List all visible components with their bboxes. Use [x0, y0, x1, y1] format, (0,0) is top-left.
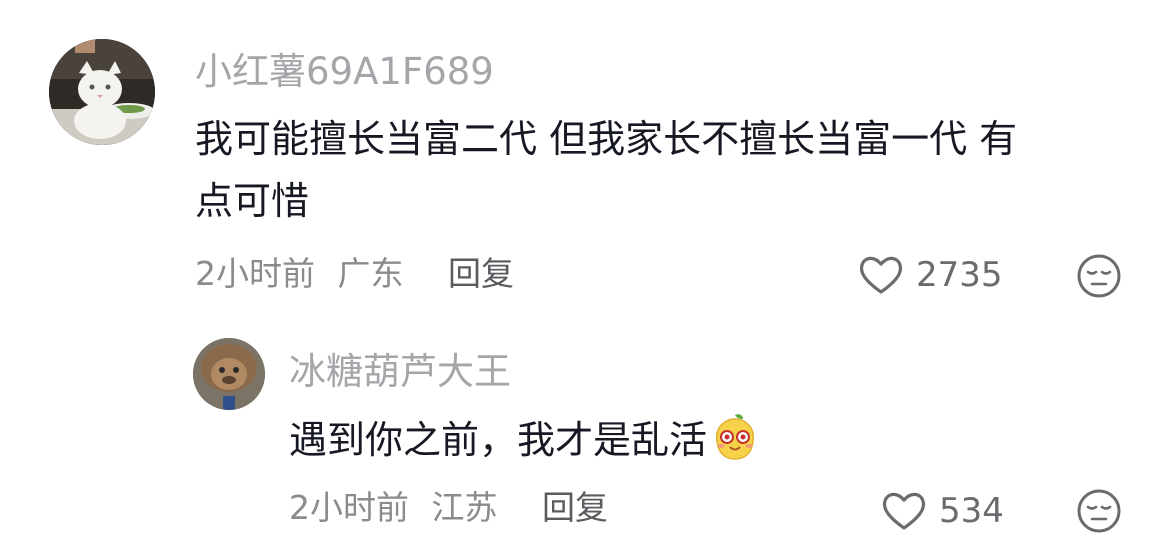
- reply-button[interactable]: 回复: [448, 257, 514, 290]
- comment-meta: 2小时前 江苏 回复: [289, 491, 608, 524]
- dislike-button[interactable]: [1076, 488, 1122, 538]
- comment-text: 遇到你之前，我才是乱活: [289, 409, 1089, 481]
- cat-avatar-image: [49, 39, 155, 145]
- comment-text-line: 点可惜: [195, 179, 310, 223]
- avatar[interactable]: [193, 338, 265, 410]
- neutral-face-icon: [1077, 489, 1121, 533]
- like-count: 2735: [916, 255, 1003, 295]
- dislike-button[interactable]: [1076, 253, 1122, 303]
- comment-item: 小红薯69A1F689 我可能擅长当富二代 但我家长不擅长当富一代 有 点可惜 …: [0, 0, 1169, 310]
- comment-text-line: 我可能擅长当富二代 但我家长不擅长当富一代 有: [195, 117, 1018, 161]
- heart-icon: [882, 492, 926, 530]
- comment-text-content: 遇到你之前，我才是乱活: [289, 418, 708, 462]
- comment-username[interactable]: 小红薯69A1F689: [195, 53, 494, 90]
- like-button[interactable]: 2735: [858, 254, 1003, 296]
- comment-username[interactable]: 冰糖葫芦大王: [289, 353, 511, 390]
- comment-location: 江苏: [431, 488, 498, 527]
- like-count: 534: [939, 491, 1004, 531]
- avatar[interactable]: [49, 39, 155, 145]
- like-button[interactable]: 534: [881, 490, 1004, 532]
- yellow-blob-emoji-icon: [709, 411, 761, 481]
- comment-location: 广东: [337, 254, 404, 293]
- comment-time: 2小时前: [289, 488, 409, 527]
- monkey-avatar-image: [193, 338, 265, 410]
- comment-text: 我可能擅长当富二代 但我家长不擅长当富一代 有 点可惜: [195, 108, 1135, 232]
- neutral-face-icon: [1077, 254, 1121, 298]
- reply-comment-item: 冰糖葫芦大王 遇到你之前，我才是乱活 2小时前 江苏 回复 534: [0, 310, 1169, 553]
- heart-icon: [859, 256, 903, 294]
- comment-time: 2小时前: [195, 254, 315, 293]
- comment-meta: 2小时前 广东 回复: [195, 257, 514, 290]
- reply-button[interactable]: 回复: [542, 491, 608, 524]
